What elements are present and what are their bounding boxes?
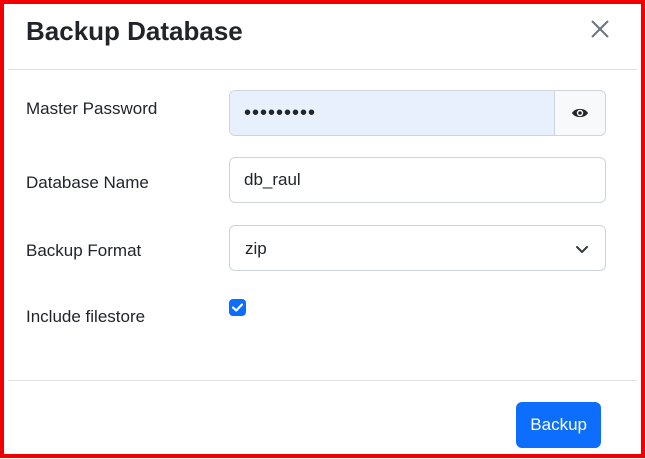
master-password-label: Master Password (26, 99, 158, 118)
check-icon (231, 303, 244, 312)
backup-format-label: Backup Format (26, 241, 142, 260)
include-filestore-label: Include filestore (26, 307, 146, 326)
modal-footer: Backup (8, 380, 637, 459)
backup-button[interactable]: Backup (516, 402, 601, 448)
close-icon (591, 20, 609, 38)
backup-format-select[interactable]: zip (229, 225, 606, 271)
master-password-input[interactable] (230, 91, 554, 135)
modal-title: Backup Database (26, 16, 243, 46)
master-password-group (229, 90, 606, 136)
include-filestore-checkbox[interactable] (229, 299, 246, 316)
chevron-down-icon (576, 246, 588, 253)
show-password-button[interactable] (554, 91, 605, 135)
modal-header: Backup Database (8, 8, 637, 70)
close-button[interactable] (585, 14, 615, 44)
database-name-input[interactable] (229, 157, 606, 203)
database-name-label: Database Name (26, 173, 149, 192)
backup-database-dialog: Backup Database Master Password Database… (0, 0, 645, 458)
eye-icon (572, 108, 588, 118)
backup-format-value: zip (245, 239, 267, 258)
